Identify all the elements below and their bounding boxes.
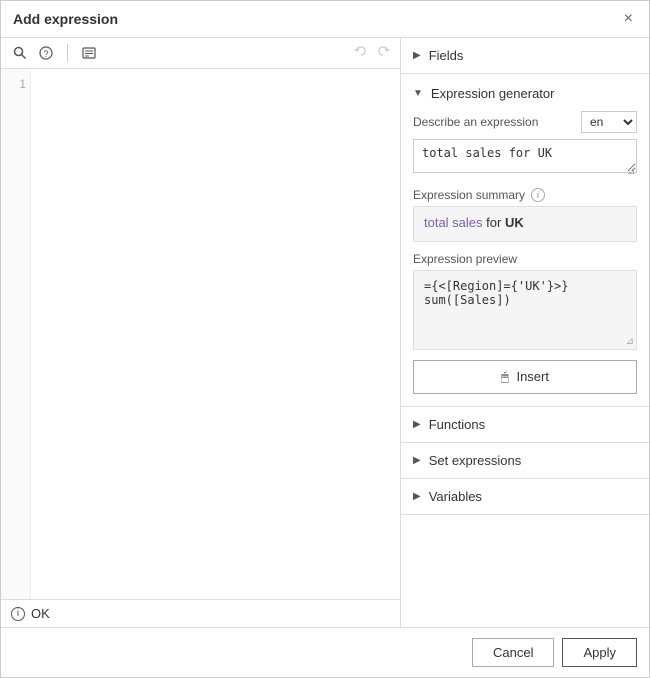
preview-label: Expression preview bbox=[413, 252, 637, 266]
summary-label-text: Expression summary bbox=[413, 188, 525, 202]
resize-handle-icon: ⊿ bbox=[627, 166, 635, 174]
editor-area: 1 bbox=[1, 69, 400, 599]
summary-total-sales: total sales bbox=[424, 215, 483, 230]
set-expressions-title: Set expressions bbox=[429, 453, 522, 468]
preview-section: Expression preview ={<[Region]={'UK'}>} … bbox=[413, 252, 637, 350]
eg-title: Expression generator bbox=[431, 86, 555, 101]
describe-label: Describe an expression bbox=[413, 115, 538, 129]
variables-title: Variables bbox=[429, 489, 482, 504]
insert-cursor-icon: 🖱 bbox=[501, 369, 509, 384]
add-expression-dialog: Add expression × ? bbox=[0, 0, 650, 678]
set-expressions-arrow: ▶ bbox=[413, 455, 421, 466]
preview-box: ={<[Region]={'UK'}>} sum([Sales]) ⊿ bbox=[413, 270, 637, 350]
language-select[interactable]: en fr de bbox=[581, 111, 637, 133]
undo-icon[interactable] bbox=[354, 44, 368, 62]
ok-info-icon: i bbox=[11, 607, 25, 621]
fields-section-header[interactable]: ▶ Fields bbox=[401, 38, 649, 74]
insert-button[interactable]: 🖱 Insert bbox=[413, 360, 637, 394]
ok-label: OK bbox=[31, 606, 50, 621]
dialog-footer: Cancel Apply bbox=[1, 627, 649, 677]
editor-toolbar: ? bbox=[1, 38, 400, 69]
fields-title: Fields bbox=[429, 48, 464, 63]
dialog-header: Add expression × bbox=[1, 1, 649, 38]
redo-icon[interactable] bbox=[376, 44, 390, 62]
describe-label-row: Describe an expression en fr de bbox=[413, 111, 637, 133]
close-button[interactable]: × bbox=[620, 9, 637, 29]
summary-box: total sales for UK bbox=[413, 206, 637, 242]
line-numbers: 1 bbox=[1, 69, 31, 599]
toolbar-divider bbox=[67, 44, 68, 62]
summary-section: Expression summary i total sales for UK bbox=[413, 188, 637, 242]
summary-uk: UK bbox=[505, 215, 524, 230]
functions-arrow: ▶ bbox=[413, 419, 421, 430]
summary-label-row: Expression summary i bbox=[413, 188, 637, 202]
describe-input[interactable]: total sales for UK bbox=[413, 139, 637, 173]
cancel-button[interactable]: Cancel bbox=[472, 638, 554, 667]
functions-title: Functions bbox=[429, 417, 485, 432]
right-panel: ▶ Fields ▼ Expression generator Describe… bbox=[401, 38, 649, 627]
preview-resize-icon: ⊿ bbox=[626, 336, 634, 347]
eg-arrow: ▼ bbox=[413, 88, 423, 99]
fields-arrow: ▶ bbox=[413, 50, 421, 61]
search-icon[interactable] bbox=[11, 44, 29, 62]
set-expressions-section-header[interactable]: ▶ Set expressions bbox=[401, 443, 649, 479]
variables-section-header[interactable]: ▶ Variables bbox=[401, 479, 649, 515]
code-editor[interactable] bbox=[31, 69, 400, 599]
svg-text:?: ? bbox=[43, 49, 48, 59]
preview-content: ={<[Region]={'UK'}>} sum([Sales]) bbox=[424, 279, 569, 307]
expression-generator-section: ▼ Expression generator Describe an expre… bbox=[401, 74, 649, 407]
summary-info-icon[interactable]: i bbox=[531, 188, 545, 202]
describe-input-wrapper: total sales for UK ⊿ bbox=[413, 139, 637, 176]
functions-section-header[interactable]: ▶ Functions bbox=[401, 407, 649, 443]
dialog-body: ? bbox=[1, 38, 649, 627]
apply-button[interactable]: Apply bbox=[562, 638, 637, 667]
summary-for: for bbox=[483, 215, 505, 230]
insert-label: Insert bbox=[516, 369, 549, 384]
editor-footer: i OK bbox=[1, 599, 400, 627]
variables-arrow: ▶ bbox=[413, 491, 421, 502]
editor-panel: ? bbox=[1, 38, 401, 627]
eg-header[interactable]: ▼ Expression generator bbox=[413, 86, 637, 101]
comment-icon[interactable] bbox=[80, 44, 98, 62]
help-icon[interactable]: ? bbox=[37, 44, 55, 62]
dialog-title: Add expression bbox=[13, 11, 118, 27]
